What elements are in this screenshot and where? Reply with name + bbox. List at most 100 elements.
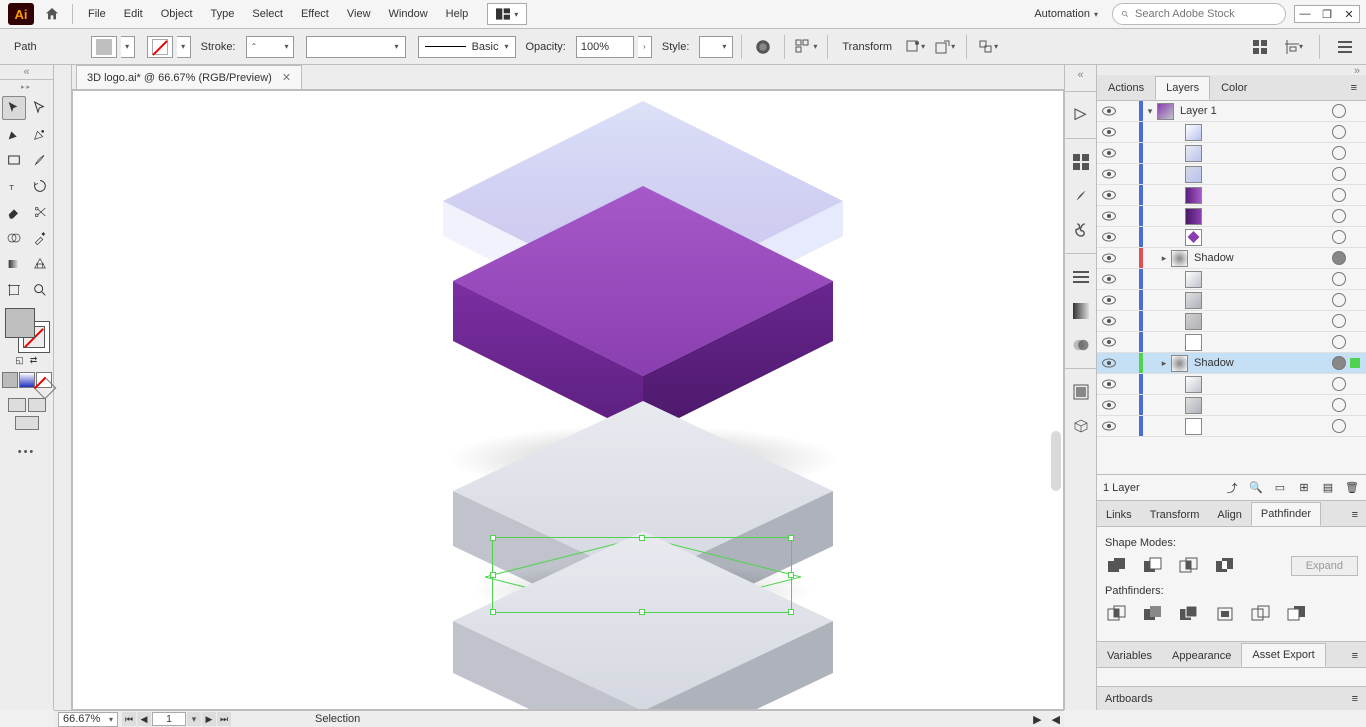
layer-row[interactable]: ▸Shadow [1097,248,1366,269]
target-icon[interactable] [1332,398,1346,412]
layer-row[interactable] [1097,227,1366,248]
swap-fs-icon[interactable]: ⇄ [28,354,40,366]
perspective-tool[interactable] [28,252,52,276]
clip-mask-icon[interactable]: ▭ [1272,480,1288,496]
merge-icon[interactable] [1177,603,1201,625]
default-fs-icon[interactable]: ◱ [14,354,26,366]
color-mode-gradient[interactable] [19,372,35,388]
minus-front-icon[interactable] [1141,555,1165,577]
transform-label[interactable]: Transform [836,41,898,53]
menu-object[interactable]: Object [152,2,202,26]
first-artboard-icon[interactable]: ⏮ [122,712,136,726]
new-layer-icon[interactable]: ▤ [1320,480,1336,496]
tab-actions[interactable]: Actions [1097,76,1155,100]
visibility-icon[interactable] [1097,337,1121,347]
color-mode-none[interactable] [36,372,52,388]
target-icon[interactable] [1332,251,1346,265]
visibility-icon[interactable] [1097,148,1121,158]
stroke-dropdown[interactable]: ▾ [177,36,191,58]
exclude-icon[interactable] [1213,555,1237,577]
layers-menu-icon[interactable]: ≡ [1342,76,1366,100]
recolor-icon[interactable] [750,35,776,59]
layer-row[interactable] [1097,290,1366,311]
target-icon[interactable] [1332,230,1346,244]
selection-box[interactable] [492,537,792,613]
document-tab[interactable]: 3D logo.ai* @ 66.67% (RGB/Preview) ✕ [76,65,302,89]
shape-builder-tool[interactable] [2,226,26,250]
layers-list[interactable]: ▾Layer 1 ▸Shadow ▸Shadow [1097,101,1366,474]
search-layer-icon[interactable]: 🔍 [1248,480,1264,496]
layer-row[interactable] [1097,206,1366,227]
type-tool[interactable]: T [2,174,26,198]
target-icon[interactable] [1332,125,1346,139]
visibility-icon[interactable] [1097,232,1121,242]
tab-links[interactable]: Links [1097,504,1141,526]
close-button[interactable]: ✕ [1339,6,1359,22]
select-similar-icon[interactable]: ▾ [975,35,1001,59]
visibility-icon[interactable] [1097,190,1121,200]
unite-icon[interactable] [1105,555,1129,577]
selection-tool[interactable] [2,96,26,120]
search-input[interactable] [1135,8,1277,20]
hscroll-left-icon[interactable]: ◀ [1052,713,1060,726]
tab-appearance[interactable]: Appearance [1162,645,1241,667]
tab-asset-export[interactable]: Asset Export [1241,643,1325,667]
minus-back-icon[interactable] [1285,603,1309,625]
artboard-number-input[interactable] [152,712,186,726]
menu-view[interactable]: View [338,2,380,26]
menu-select[interactable]: Select [243,2,292,26]
tab-align[interactable]: Align [1208,504,1250,526]
align-icon[interactable]: ▾ [793,35,819,59]
menu-file[interactable]: File [79,2,115,26]
target-icon[interactable] [1332,209,1346,223]
pen-tool[interactable] [2,122,26,146]
crop-icon[interactable] [1213,603,1237,625]
color-mode-solid[interactable] [2,372,18,388]
brush-picker[interactable]: Basic▾ [418,36,516,58]
target-icon[interactable] [1332,335,1346,349]
visibility-icon[interactable] [1097,127,1121,137]
new-sublayer-icon[interactable]: ⊞ [1296,480,1312,496]
target-icon[interactable] [1332,167,1346,181]
last-artboard-icon[interactable]: ⏭ [217,712,231,726]
panel-expand-icon[interactable]: » [1097,65,1366,75]
delete-layer-icon[interactable]: 🗑 [1344,480,1360,496]
search-stock[interactable] [1112,3,1286,25]
shape-props-icon[interactable]: ▾ [902,35,928,59]
direct-selection-tool[interactable] [28,96,52,120]
gradient-tool[interactable] [2,252,26,276]
scissors-tool[interactable] [28,200,52,224]
visibility-icon[interactable] [1097,421,1121,431]
symbols-icon[interactable] [1070,219,1092,241]
isolate-icon[interactable]: ▾ [932,35,958,59]
tab-pathfinder[interactable]: Pathfinder [1251,502,1321,526]
layer-row[interactable] [1097,122,1366,143]
next-artboard-icon[interactable]: ▶ [202,712,216,726]
minimize-button[interactable]: — [1295,6,1315,22]
layer-row[interactable] [1097,269,1366,290]
intersect-icon[interactable] [1177,555,1201,577]
target-icon[interactable] [1332,356,1346,370]
visibility-icon[interactable] [1097,106,1121,116]
layer-row[interactable] [1097,143,1366,164]
properties-icon[interactable] [1070,104,1092,126]
artboard-tool[interactable] [2,278,26,302]
locate-icon[interactable]: ⤴ [1224,480,1240,496]
layer-row[interactable]: ▸Shadow [1097,353,1366,374]
layer-row[interactable] [1097,395,1366,416]
layer-row[interactable]: ▾Layer 1 [1097,101,1366,122]
status-menu-icon[interactable]: ▶ [1033,713,1041,726]
visibility-icon[interactable] [1097,379,1121,389]
snap-icon[interactable]: ▾ [1281,35,1307,59]
opacity-input[interactable]: 100% [576,36,634,58]
tab-layers[interactable]: Layers [1155,76,1210,100]
target-icon[interactable] [1332,293,1346,307]
target-icon[interactable] [1332,419,1346,433]
libraries-icon[interactable] [1070,151,1092,173]
scrollbar-thumb[interactable] [1051,431,1061,491]
menu-window[interactable]: Window [380,2,437,26]
visibility-icon[interactable] [1097,316,1121,326]
fill-dropdown[interactable]: ▾ [121,36,135,58]
menu-type[interactable]: Type [202,2,244,26]
layer-row[interactable] [1097,416,1366,437]
